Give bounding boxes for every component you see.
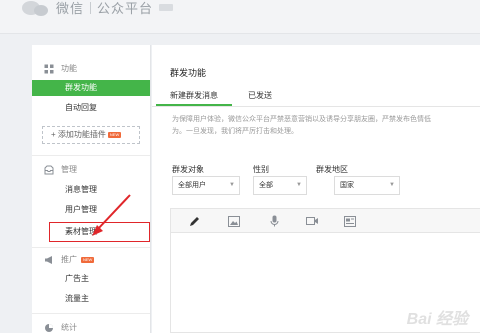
watermark-text: Bai 经验: [406, 311, 468, 328]
sidebar-section-label: 统计: [61, 323, 77, 332]
sidebar-item-users[interactable]: 用户管理: [32, 202, 150, 218]
region-select-value: 国家: [340, 182, 354, 189]
tab-sent[interactable]: 已发送: [248, 90, 272, 101]
sidebar-item-messages[interactable]: 消息管理: [32, 182, 150, 198]
wechat-logo[interactable]: 微信 公众平台: [22, 0, 174, 17]
inbox-icon: [44, 165, 54, 174]
chevron-down-icon: ▼: [296, 182, 302, 188]
target-select[interactable]: 全部用户 ▼: [172, 176, 240, 195]
sidebar-section-label: 管理: [61, 165, 77, 174]
brand-name: 微信: [56, 1, 85, 16]
region-label: 群发地区: [316, 165, 348, 174]
policy-notice-line: 为。一旦发现，我们将严厉打击和处理。: [172, 128, 298, 135]
sidebar-section-label: 功能: [61, 64, 77, 73]
add-plugin-label: + 添加功能插件: [51, 130, 106, 139]
baidu-jingyan-watermark: Bai 经验: [407, 305, 468, 329]
target-select-value: 全部用户: [178, 182, 206, 189]
sidebar-section-function: 功能: [44, 63, 77, 74]
sidebar-divider: [32, 313, 150, 314]
sidebar-item-mass-send[interactable]: 群发功能: [32, 80, 150, 96]
sidebar: 功能 群发功能 自动回复 + 添加功能插件 NEW 管理 消息管理 用户管理 素材…: [32, 45, 151, 333]
gender-select-value: 全部: [259, 182, 273, 189]
policy-notice-line: 为保障用户体验，微信公众平台严禁恶意营销以及诱导分享朋友圈，严禁发布色情低: [172, 116, 431, 123]
tab-new-message[interactable]: 新建群发消息: [156, 90, 232, 106]
sidebar-section-stats: 统计: [44, 322, 77, 333]
image-icon[interactable]: [227, 214, 241, 228]
sidebar-section-promote: 推广 NEW: [44, 254, 95, 265]
tab-bar: 新建群发消息 已发送: [152, 83, 480, 107]
article-icon[interactable]: [343, 214, 357, 228]
product-badge: [159, 4, 174, 11]
sidebar-divider: [32, 155, 150, 156]
add-plugin-button[interactable]: + 添加功能插件 NEW: [42, 126, 140, 144]
sidebar-item-publisher[interactable]: 流量主: [32, 291, 150, 307]
pencil-icon[interactable]: [187, 214, 201, 228]
new-badge: NEW: [107, 132, 122, 138]
policy-notice: 为保障用户体验，微信公众平台严禁恶意营销以及诱导分享朋友圈，严禁发布色情低 为。…: [172, 114, 480, 138]
target-label: 群发对象: [172, 165, 204, 174]
main-panel: 群发功能 新建群发消息 已发送 为保障用户体验，微信公众平台严禁恶意营销以及诱导…: [152, 45, 480, 333]
sidebar-section-label: 推广: [61, 255, 77, 264]
sidebar-divider: [32, 247, 150, 248]
region-select[interactable]: 国家 ▼: [334, 176, 400, 195]
video-icon[interactable]: [305, 214, 319, 228]
new-badge: NEW: [81, 256, 95, 263]
gender-label: 性别: [253, 165, 269, 174]
editor-toolbar: [171, 209, 480, 233]
sidebar-item-advertiser[interactable]: 广告主: [32, 271, 150, 287]
sidebar-section-manage: 管理: [44, 164, 77, 175]
grid-icon: [44, 64, 54, 73]
pie-chart-icon: [45, 323, 53, 332]
microphone-icon[interactable]: [267, 214, 281, 228]
chevron-down-icon: ▼: [389, 182, 395, 188]
top-bar: 微信 公众平台: [0, 0, 480, 34]
product-name: 公众平台: [97, 1, 154, 16]
megaphone-icon: [45, 255, 52, 264]
page-title: 群发功能: [170, 68, 207, 78]
sidebar-item-auto-reply[interactable]: 自动回复: [32, 100, 150, 116]
wechat-logo-icon: [22, 0, 50, 17]
chevron-down-icon: ▼: [229, 182, 235, 188]
logo-divider: [90, 1, 92, 14]
annotation-highlight-box: [49, 222, 150, 242]
gender-select[interactable]: 全部 ▼: [253, 176, 307, 195]
